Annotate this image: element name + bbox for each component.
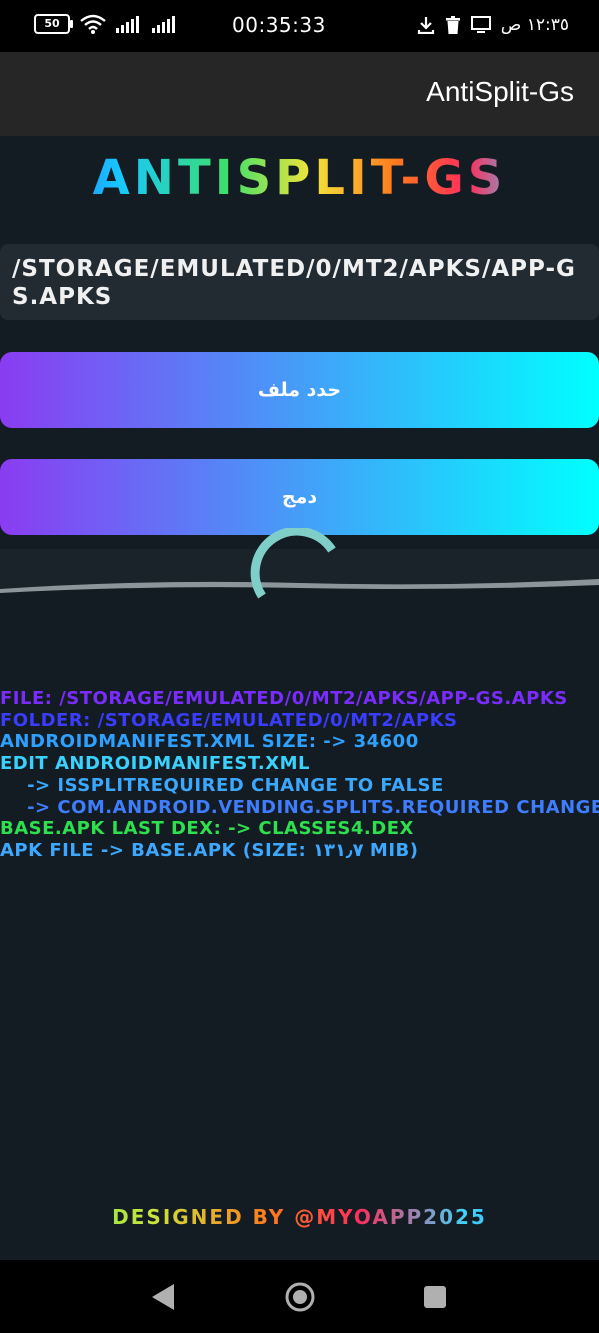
signal-icon — [116, 16, 139, 33]
select-file-button[interactable]: حدد ملف — [0, 352, 599, 428]
path-value: /storage/emulated/0/MT2/apks/app-gs.apks — [12, 256, 576, 310]
log-line: file: /storage/emulated/0/MT2/apks/app-g… — [0, 688, 568, 709]
loading-spinner-icon — [250, 528, 336, 599]
status-bar: 50 00:35:33 ١٢:٣٥ ص — [0, 0, 599, 52]
status-clock: 00:35:33 — [232, 13, 326, 37]
status-arabic-time: ١٢:٣٥ ص — [500, 15, 569, 35]
status-left: 50 — [34, 14, 178, 34]
log-line: -> com.android.vending.splits.required c… — [0, 796, 599, 818]
status-right: ١٢:٣٥ ص — [417, 15, 569, 35]
path-field[interactable]: /storage/emulated/0/MT2/apks/app-gs.apks — [0, 244, 599, 320]
log-line: edit AndroidManifest.xml — [0, 753, 311, 775]
log-line: AndroidManifest.xml size: -> 34600 — [0, 731, 419, 753]
app-logo-text: ANTISPLIT-GS — [0, 150, 599, 206]
screen-icon — [470, 16, 491, 33]
navigation-bar — [0, 1260, 599, 1333]
app-bar: AntiSplit-Gs — [0, 52, 599, 136]
download-icon — [417, 17, 434, 34]
log-line: -> isSplitRequired change to false — [0, 774, 444, 796]
signal-icon-2 — [152, 16, 175, 33]
merge-button[interactable]: دمج — [0, 459, 599, 535]
home-icon[interactable] — [283, 1280, 317, 1314]
wifi-icon — [80, 14, 106, 34]
log-line: apk file -> base.apk (size: ١٣١٫٧ MiB) — [0, 839, 419, 861]
footer-credit: Designed by @MYOAPP2025 — [0, 1205, 599, 1229]
log-output: file: /storage/emulated/0/MT2/apks/app-g… — [0, 688, 599, 862]
trash-icon — [445, 16, 460, 34]
log-line: base.apk last dex: -> classes4.dex — [0, 818, 414, 840]
battery-icon: 50 — [34, 14, 73, 34]
recents-icon[interactable] — [423, 1285, 447, 1309]
back-icon[interactable] — [150, 1282, 176, 1312]
log-line: folder: /storage/emulated/0/MT2/apks — [0, 709, 458, 731]
app-title: AntiSplit-Gs — [426, 76, 574, 107]
